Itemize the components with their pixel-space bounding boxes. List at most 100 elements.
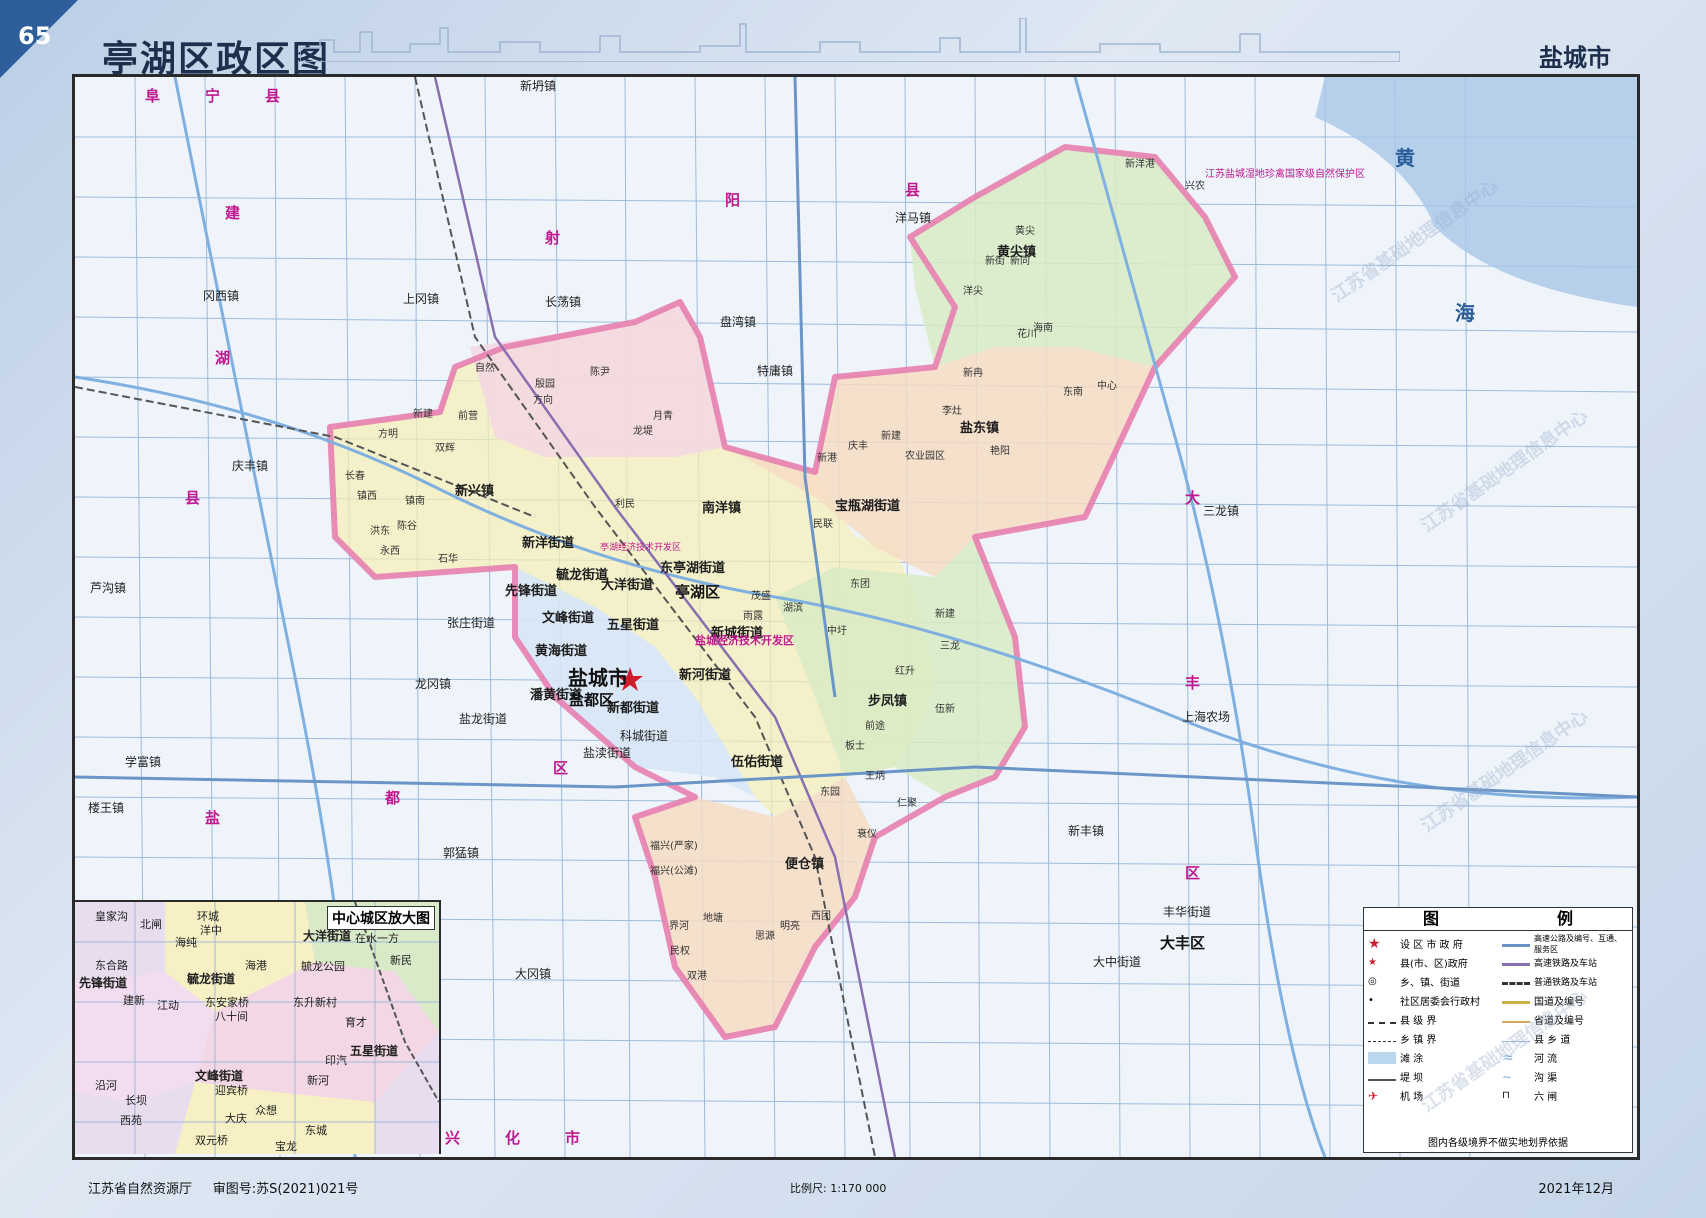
inset-label: 毓龙街道	[187, 972, 236, 986]
dtown-nanyang: 南洋镇	[702, 501, 742, 516]
inset-label: 在水一方	[355, 932, 399, 945]
star-small-icon: ★	[1368, 956, 1377, 968]
legend-row: 县 级 界	[1368, 1010, 1494, 1029]
village-label: 利民	[615, 499, 635, 510]
inset-label: 沿河	[95, 1079, 117, 1092]
inset-label: 印汽	[325, 1054, 347, 1067]
village-label: 三龙	[940, 641, 960, 652]
dtown-wuyou: 伍佑街道	[731, 755, 784, 770]
village-label: 陈尹	[590, 367, 610, 378]
village-label: 衰仪	[857, 829, 877, 840]
legend-text: 设 区 市 政 府	[1400, 940, 1463, 951]
legend-row: ◎ 乡、镇、街道	[1368, 972, 1494, 991]
legend-row: • 社区居委会行政村	[1368, 991, 1494, 1010]
county-label-sheyang-1: 射	[545, 229, 561, 247]
dash-line-icon	[1368, 1035, 1396, 1042]
inset-label: 众想	[255, 1104, 277, 1117]
town-yangma: 洋马镇	[895, 211, 932, 225]
county-label-yandu-2: 都	[385, 789, 401, 807]
district-dafeng: 大丰区	[1160, 934, 1206, 952]
town-lugou: 芦沟镇	[90, 581, 127, 595]
town-shanggang: 上冈镇	[403, 292, 440, 306]
zone-label-tinghu-etdz: 亭湖经济技术开发区	[600, 543, 682, 553]
legend-text: 河 流	[1534, 1054, 1558, 1065]
legend-text: 堤 坝	[1400, 1073, 1424, 1084]
legend-text: 普通铁路及车站	[1534, 978, 1598, 988]
town-xuefu: 学富镇	[125, 755, 162, 769]
inset-label: 北闸	[140, 918, 162, 931]
county-label-jianhu-1: 建	[225, 204, 241, 222]
village-label: 陈谷	[397, 521, 417, 532]
legend-text: 县(市、区)政府	[1400, 959, 1468, 970]
legend-row: ★ 设 区 市 政 府	[1368, 934, 1494, 953]
village-label: 龙堤	[633, 426, 653, 437]
dtown-xinhe: 新河街道	[679, 668, 732, 683]
village-label: 王炳	[865, 771, 885, 782]
district-yandu: 盐都区	[569, 691, 615, 709]
town-xinfeng: 新丰镇	[1068, 824, 1105, 838]
village-label: 方向	[533, 395, 553, 406]
city-yancheng: 盐城市	[568, 666, 628, 690]
village-label: 自然	[475, 363, 495, 374]
village-label: 东园	[820, 787, 840, 798]
inset-label: 双元桥	[195, 1134, 228, 1147]
map-legend: 图 例 ★ 设 区 市 政 府 ★ 县(市、区)政府 ◎ 乡、镇、街道 • 社区居委会行…	[1363, 907, 1633, 1153]
dashdot-line-icon	[1368, 1016, 1396, 1024]
dtown-xinxing: 新兴镇	[455, 484, 495, 499]
village-label: 长春	[345, 471, 365, 482]
county-label-dafeng-1: 大	[1185, 489, 1201, 507]
legend-text: 沟 渠	[1534, 1073, 1558, 1084]
map-page: 65 亭湖区政区图 盐城市 阜 宁 县 建 湖 县 射 阳 县 盐 都 区 大 …	[0, 0, 1706, 1218]
legend-text: 乡、镇、街道	[1400, 978, 1460, 989]
map-frame: 阜 宁 县 建 湖 县 射 阳 县 盐 都 区 大 丰 区 兴 化 市 黄 海 …	[72, 74, 1640, 1160]
village-label: 东团	[850, 579, 870, 590]
legend-text: 高速公路及编号、互通、服务区	[1534, 933, 1622, 954]
village-label: 永西	[380, 546, 400, 557]
town-dagang: 大冈镇	[515, 967, 552, 981]
legend-title-left: 图	[1422, 909, 1439, 928]
village-label: 海南	[1033, 323, 1053, 334]
railway-icon	[1502, 982, 1530, 985]
county-label-sheyang-3: 县	[905, 181, 921, 199]
town-panwan: 盘湾镇	[720, 315, 757, 329]
inset-label: 洋中	[200, 924, 222, 937]
inset-label: 东升新村	[293, 996, 337, 1009]
inset-label: 建新	[123, 994, 145, 1007]
dtown-yandong: 盐东镇	[960, 421, 1000, 436]
zone-label-etdz: 盐城经济技术开发区	[695, 634, 794, 647]
town-yanlong: 盐龙街道	[459, 712, 508, 726]
village-label: 民权	[670, 946, 690, 957]
inset-map: 中心城区放大图 皇家沟 北闸 环城 洋中 大洋街道 在水一方 东合路 海纯 先锋…	[75, 900, 441, 1154]
dtown-biancang: 便仓镇	[785, 857, 825, 872]
legend-text: 高速铁路及车站	[1534, 959, 1598, 969]
legend-row: 普通铁路及车站	[1502, 972, 1628, 991]
village-label: 月青	[653, 411, 673, 422]
inset-label: 东城	[305, 1124, 327, 1137]
village-label: 双辉	[435, 443, 455, 454]
village-label: 黄尖	[1015, 226, 1035, 237]
county-label-xinghua-1: 兴	[445, 1129, 461, 1147]
county-label-funing-3: 县	[265, 87, 281, 105]
county-label-funing-1: 阜	[145, 87, 161, 105]
sea-label-1: 黄	[1395, 146, 1415, 170]
dtown-wuxing: 五星街道	[607, 618, 660, 633]
dtown-baopinghu: 宝瓶湖街道	[835, 499, 901, 514]
legend-row: ∼ 沟 渠	[1502, 1067, 1628, 1086]
sea-label-2: 海	[1455, 301, 1475, 325]
town-qingfeng: 庆丰镇	[232, 459, 269, 473]
town-longgang: 龙冈镇	[415, 677, 452, 691]
village-label: 新街	[985, 256, 1005, 267]
village-label: 农业园区	[905, 451, 945, 462]
dtown-dongting: 东亭湖街道	[660, 561, 726, 576]
village-label: 伍新	[935, 704, 955, 715]
county-label-jianhu-3: 县	[185, 489, 201, 507]
inset-label: 迎宾桥	[215, 1084, 248, 1097]
county-label-xinghua-3: 市	[565, 1129, 581, 1147]
legend-row: 高速铁路及车站	[1502, 953, 1628, 972]
county-label-sheyang-2: 阳	[725, 191, 741, 209]
village-label: 新冉	[963, 368, 983, 379]
village-label: 李灶	[942, 406, 962, 417]
village-label: 兴农	[1185, 181, 1205, 192]
dtown-wenfeng: 文峰街道	[542, 611, 595, 626]
village-label: 殷园	[535, 379, 555, 390]
